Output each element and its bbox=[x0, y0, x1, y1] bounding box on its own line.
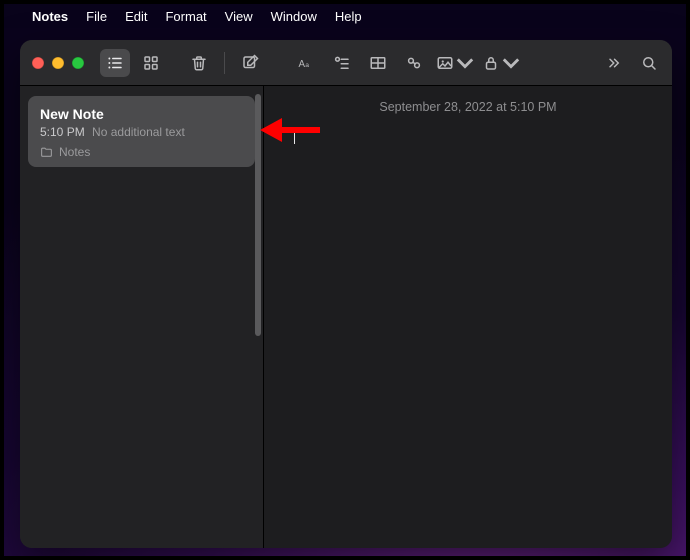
compose-icon bbox=[241, 54, 259, 72]
menubar-app-name[interactable]: Notes bbox=[32, 9, 68, 24]
format-button[interactable]: Aa bbox=[291, 49, 321, 77]
link-button[interactable] bbox=[399, 49, 429, 77]
text-cursor bbox=[294, 128, 295, 144]
notes-window: Aa New Note bbox=[20, 40, 672, 548]
link-icon bbox=[405, 54, 423, 72]
chevron-down-icon bbox=[456, 54, 474, 72]
menu-view[interactable]: View bbox=[225, 9, 253, 24]
note-editor[interactable]: September 28, 2022 at 5:10 PM bbox=[264, 86, 672, 548]
editor-date-header: September 28, 2022 at 5:10 PM bbox=[264, 100, 672, 114]
note-time: 5:10 PM bbox=[40, 125, 85, 139]
checklist-button[interactable] bbox=[327, 49, 357, 77]
lock-icon bbox=[482, 54, 500, 72]
note-list-item[interactable]: New Note 5:10 PM No additional text Note… bbox=[28, 96, 255, 167]
menu-edit[interactable]: Edit bbox=[125, 9, 147, 24]
search-icon bbox=[640, 54, 658, 72]
note-preview: No additional text bbox=[92, 125, 185, 139]
window-titlebar: Aa bbox=[20, 40, 672, 86]
list-view-icon bbox=[106, 54, 124, 72]
chevron-down-icon bbox=[502, 54, 520, 72]
menu-format[interactable]: Format bbox=[165, 9, 206, 24]
toolbar-separator bbox=[224, 52, 225, 74]
note-title: New Note bbox=[40, 106, 243, 122]
media-icon bbox=[436, 54, 454, 72]
toolbar-overflow-button[interactable] bbox=[598, 49, 628, 77]
notes-list-sidebar: New Note 5:10 PM No additional text Note… bbox=[20, 86, 264, 548]
note-subtitle: 5:10 PM No additional text bbox=[40, 125, 243, 139]
table-icon bbox=[369, 54, 387, 72]
format-text-icon: Aa bbox=[297, 54, 315, 72]
grid-view-icon bbox=[142, 54, 160, 72]
grid-view-button[interactable] bbox=[136, 49, 166, 77]
menu-help[interactable]: Help bbox=[335, 9, 362, 24]
checklist-icon bbox=[333, 54, 351, 72]
lock-button[interactable] bbox=[481, 49, 521, 77]
window-body: New Note 5:10 PM No additional text Note… bbox=[20, 86, 672, 548]
svg-text:a: a bbox=[305, 61, 309, 68]
window-minimize-button[interactable] bbox=[52, 57, 64, 69]
list-view-button[interactable] bbox=[100, 49, 130, 77]
compose-button[interactable] bbox=[235, 49, 265, 77]
window-close-button[interactable] bbox=[32, 57, 44, 69]
media-button[interactable] bbox=[435, 49, 475, 77]
table-button[interactable] bbox=[363, 49, 393, 77]
menu-file[interactable]: File bbox=[86, 9, 107, 24]
folder-icon bbox=[40, 146, 53, 159]
note-folder-row: Notes bbox=[40, 145, 243, 159]
window-zoom-button[interactable] bbox=[72, 57, 84, 69]
window-traffic-lights bbox=[32, 57, 84, 69]
sidebar-scrollbar[interactable] bbox=[255, 94, 261, 336]
svg-text:A: A bbox=[299, 58, 306, 69]
note-folder-name: Notes bbox=[59, 145, 90, 159]
overflow-icon bbox=[604, 54, 622, 72]
macos-menubar: Notes File Edit Format View Window Help bbox=[4, 4, 686, 28]
menu-window[interactable]: Window bbox=[271, 9, 317, 24]
trash-button[interactable] bbox=[184, 49, 214, 77]
trash-icon bbox=[190, 54, 208, 72]
search-button[interactable] bbox=[634, 49, 664, 77]
